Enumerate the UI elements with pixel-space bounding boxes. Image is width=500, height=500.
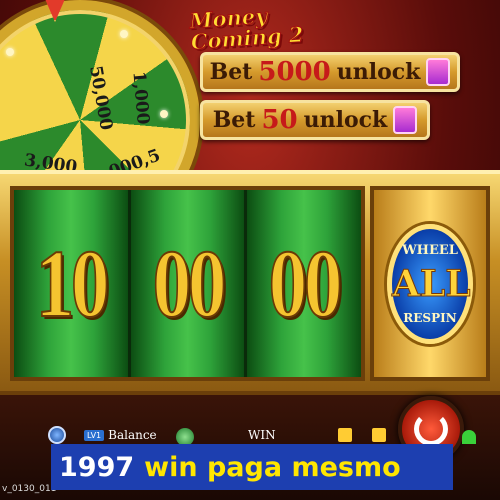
- wheel-value: 1,000: [128, 70, 153, 126]
- badge-top-text: WHEEL: [402, 242, 458, 258]
- bonus-reel: WHEEL ALL RESPIN: [370, 186, 490, 381]
- spin-arrow-icon: [414, 412, 448, 446]
- game-screen: 50,000 1,000 3,000 000,5 Money Coming 2 …: [0, 0, 500, 500]
- reel-digits: 00: [268, 229, 343, 338]
- bet-amount: 5000: [258, 57, 331, 87]
- wheel-light: [6, 48, 14, 56]
- reel-digits: 00: [152, 229, 227, 338]
- reel-digits: 10: [35, 229, 110, 338]
- bet-suffix: unlock: [336, 59, 421, 85]
- reel-frame: 10 00 00 WHEEL ALL RESPIN: [0, 170, 500, 395]
- bet-plus-icon[interactable]: [372, 428, 386, 442]
- jackpot-icon: [393, 106, 418, 134]
- bet-unlock-banner-high[interactable]: Bet 5000 unlock: [200, 52, 460, 92]
- balance-display: LV1 Balance: [84, 428, 157, 442]
- bet-amount: 50: [261, 105, 298, 135]
- caption-text: win paga mesmo: [144, 451, 401, 483]
- badge-middle-text: ALL: [392, 262, 472, 305]
- win-label: WIN: [248, 428, 276, 442]
- wifi-icon: [462, 430, 476, 444]
- caption-number: 1997: [59, 451, 135, 483]
- bet-prefix: Bet: [212, 107, 256, 133]
- wheel-light: [120, 30, 128, 38]
- version-label: v_0130_011: [2, 484, 57, 494]
- badge-bottom-text: RESPIN: [403, 310, 457, 325]
- reel-3: 00: [247, 190, 362, 377]
- caption-banner: 1997 win paga mesmo: [51, 444, 453, 490]
- wheel-light: [160, 110, 168, 118]
- bet-suffix: unlock: [303, 107, 388, 133]
- level-chip: LV1: [84, 429, 105, 441]
- reel-window: 10 00 00: [10, 186, 365, 381]
- wheel-value: 50,000: [85, 64, 117, 132]
- wheel-all-respin-badge: WHEEL ALL RESPIN: [387, 223, 473, 344]
- bet-unlock-banner-low[interactable]: Bet 50 unlock: [200, 100, 430, 140]
- game-logo: Money Coming 2: [188, 2, 305, 55]
- bet-prefix: Bet: [209, 59, 253, 85]
- balance-label: Balance: [108, 428, 157, 442]
- jackpot-icon: [426, 58, 451, 86]
- settings-icon[interactable]: [48, 426, 66, 444]
- reel-2: 00: [130, 190, 248, 377]
- bet-minus-icon[interactable]: [338, 428, 352, 442]
- reel-1: 10: [14, 190, 131, 377]
